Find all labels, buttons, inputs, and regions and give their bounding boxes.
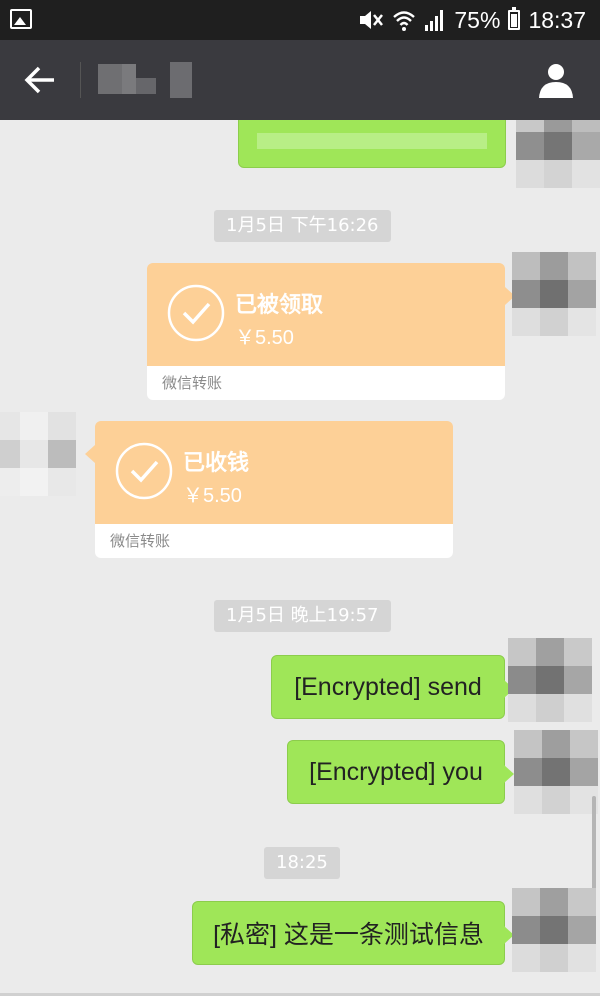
my-avatar[interactable] [512, 888, 596, 972]
gallery-icon [10, 9, 32, 29]
my-avatar[interactable] [512, 252, 596, 336]
contact-avatar[interactable] [0, 412, 76, 496]
transfer-amount: ￥5.50 [183, 485, 242, 507]
my-avatar[interactable] [516, 120, 600, 188]
transfer-card-top: 已被领取 ￥5.50 [147, 263, 515, 366]
status-bar: 75% 18:37 [0, 0, 600, 40]
message-bubble[interactable]: [私密] 这是一条测试信息 [192, 901, 514, 965]
previous-message-bubble[interactable] [238, 120, 506, 168]
transfer-card-outgoing[interactable]: 已被领取 ￥5.50 微信转账 [147, 263, 515, 400]
transfer-label: 微信转账 [95, 524, 453, 558]
transfer-status: 已收钱 [183, 451, 250, 476]
battery-percent: 75% [454, 6, 501, 33]
title-divider [80, 62, 81, 98]
my-avatar[interactable] [508, 638, 592, 722]
my-avatar[interactable] [514, 730, 598, 814]
profile-icon[interactable] [536, 60, 576, 100]
check-circle-icon [167, 284, 225, 342]
transfer-label: 微信转账 [147, 366, 505, 400]
signal-icon [425, 10, 444, 31]
message-bubble[interactable]: [Encrypted] send [271, 655, 514, 719]
transfer-status: 已被领取 [235, 293, 324, 318]
message-bubble[interactable]: [Encrypted] you [287, 740, 514, 804]
check-circle-icon [115, 442, 173, 500]
chat-area[interactable]: 1月5日 下午16:26 已被领取 ￥5.50 微信转账 已收钱 ￥5.50 微… [0, 120, 600, 996]
back-arrow-icon[interactable] [22, 62, 58, 98]
wifi-icon [393, 11, 416, 31]
contact-name-blurred[interactable] [98, 60, 208, 100]
status-bar-right: 75% 18:37 [358, 6, 586, 34]
clock: 18:37 [528, 6, 586, 33]
timestamp: 1月5日 晚上19:57 [214, 600, 391, 632]
title-bar [0, 40, 600, 120]
mute-icon [360, 11, 384, 29]
battery-icon [508, 7, 521, 30]
timestamp: 18:25 [264, 847, 340, 879]
transfer-card-incoming[interactable]: 已收钱 ￥5.50 微信转账 [85, 421, 453, 558]
transfer-card-top: 已收钱 ￥5.50 [85, 421, 453, 524]
timestamp: 1月5日 下午16:26 [214, 210, 391, 242]
transfer-amount: ￥5.50 [235, 327, 294, 349]
